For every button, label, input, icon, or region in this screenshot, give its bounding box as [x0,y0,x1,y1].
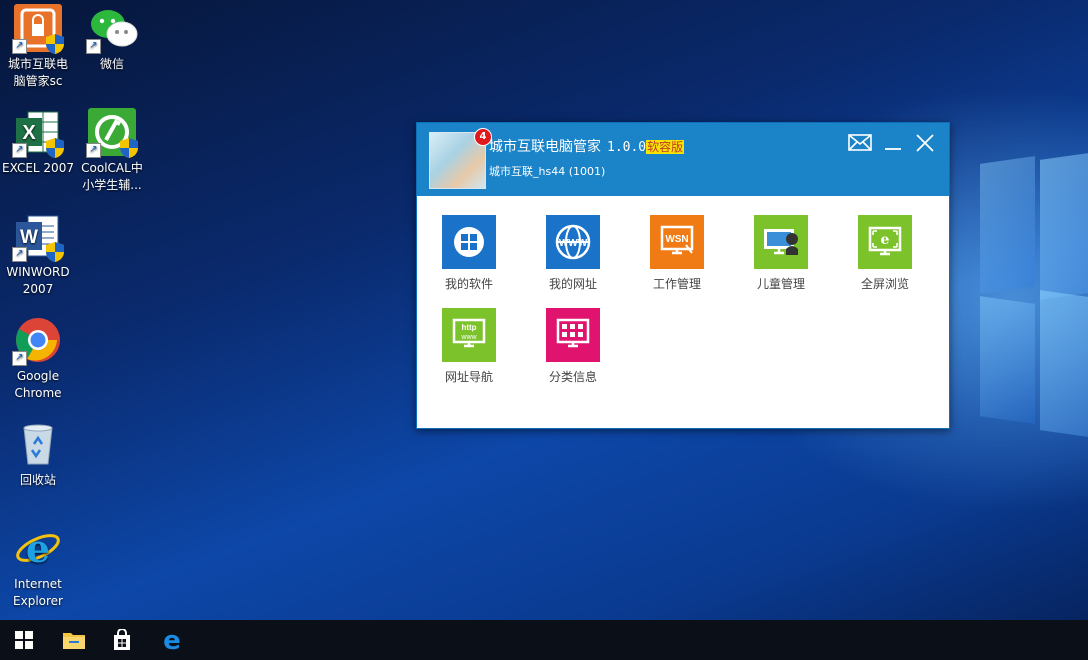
tile-work-management[interactable]: WSN 工作管理 [641,215,713,292]
tile-label: 网址导航 [444,370,493,384]
desktop-icon-city-manager[interactable]: ↗ 城市互联电 脑管家sc [0,4,76,90]
fullscreen-browse-icon: e [858,215,912,269]
mail-icon[interactable] [848,133,872,153]
desktop-icon-label: 城市互联电 脑管家sc [7,57,68,88]
desktop-icon-label: EXCEL 2007 [2,161,74,175]
desktop-icon-internet-explorer[interactable]: e Internet Explorer [0,524,76,610]
svg-text:W: W [20,227,38,248]
coolcal-icon: ↗ [86,108,138,158]
ie-icon: e [14,524,62,572]
tile-label: 儿童管理 [756,277,805,291]
classified-info-icon [546,308,600,362]
desktop-icon-wechat[interactable]: ↗ 微信 [74,4,150,73]
desktop-icon-winword[interactable]: W ↗ WINWORD 2007 [0,212,76,298]
edge-icon: e [163,628,181,652]
desktop-icon-label: WINWORD 2007 [6,265,70,296]
word-icon: W ↗ [12,212,64,262]
work-management-icon: WSN [650,215,704,269]
tile-label: 我的软件 [444,277,493,291]
start-button[interactable] [0,620,48,660]
desktop-icon-chrome[interactable]: ↗ Google Chrome [0,316,76,402]
minimize-icon[interactable] [882,133,904,153]
child-management-icon [754,215,808,269]
svg-text:e: e [163,628,181,652]
svg-text:http: http [461,323,476,332]
taskbar: e [0,620,1088,660]
file-explorer-button[interactable] [50,620,98,660]
store-button[interactable] [98,620,146,660]
tile-child-management[interactable]: 儿童管理 [745,215,817,292]
desktop-icon-coolcal[interactable]: ↗ CoolCAL中 小学生辅... [74,108,150,194]
svg-text:WWW: WWW [559,238,588,249]
account-label: 城市互联_hs44 (1001) [489,165,606,178]
city-manager-icon: ↗ [12,4,64,54]
desktop-icon-excel[interactable]: X ↗ EXCEL 2007 [0,108,76,177]
edition-label: 软容版 [646,140,685,154]
app-version: 1.0.0 [607,140,647,155]
chrome-icon: ↗ [12,316,62,366]
wechat-icon: ↗ [86,4,138,54]
city-manager-window[interactable]: 4 城市互联电脑管家 1.0.0软容版 城市互联_hs44 (1001) 我的软件… [416,122,950,429]
close-icon[interactable] [914,133,936,153]
desktop-icon-label: Google Chrome [14,369,62,400]
desktop-icon-label: 微信 [99,57,124,71]
svg-text:X: X [22,122,36,144]
desktop-icon-label: 回收站 [19,473,56,487]
window-header[interactable]: 4 城市互联电脑管家 1.0.0软容版 城市互联_hs44 (1001) [417,123,949,196]
url-navigation-icon: http www [442,308,496,362]
windows-icon [15,631,33,649]
tile-label: 工作管理 [652,277,701,291]
store-icon [114,629,130,650]
tile-my-websites[interactable]: WWW 我的网址 [537,215,609,292]
excel-icon: X ↗ [12,108,64,158]
tile-url-navigation[interactable]: http www 网址导航 [433,308,505,385]
desktop-icon-recycle-bin[interactable]: 回收站 [0,420,76,489]
tile-label: 全屏浏览 [860,277,909,291]
tile-label: 分类信息 [548,370,597,384]
svg-text:e: e [26,526,50,571]
desktop-icon-label: Internet Explorer [13,577,63,608]
my-websites-icon: WWW [546,215,600,269]
svg-text:www: www [460,334,477,341]
app-name: 城市互联电脑管家 [489,139,601,155]
recycle-bin-icon [14,420,62,468]
folder-icon [63,633,85,649]
desktop-icon-label: CoolCAL中 小学生辅... [81,161,143,192]
tile-fullscreen-browse[interactable]: e 全屏浏览 [849,215,921,292]
edge-button[interactable]: e [148,620,196,660]
svg-text:WSN: WSN [665,234,688,245]
svg-text:e: e [881,232,890,248]
wallpaper-windows-logo [980,140,1088,450]
tile-label: 我的网址 [548,277,597,291]
tile-classified-info[interactable]: 分类信息 [537,308,609,385]
window-title: 城市互联电脑管家 1.0.0软容版 [489,136,685,156]
my-software-icon [442,215,496,269]
tile-my-software[interactable]: 我的软件 [433,215,505,292]
